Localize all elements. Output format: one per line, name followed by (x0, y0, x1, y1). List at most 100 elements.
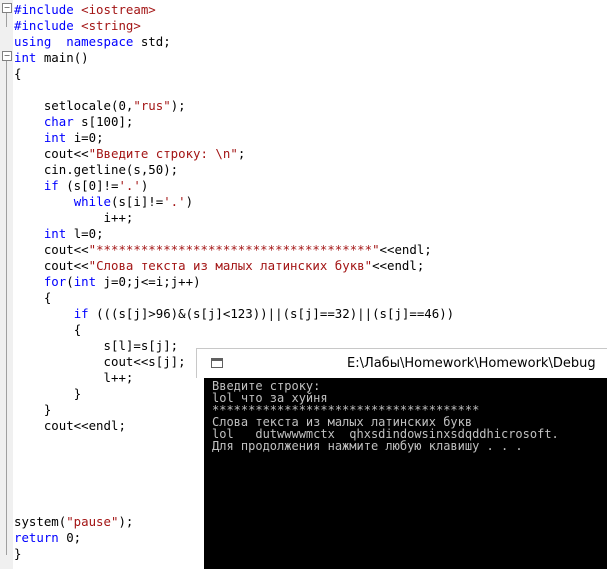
console-window-icon (211, 358, 223, 368)
code-line[interactable]: i++; (14, 210, 134, 226)
code-token: cout<< (43, 242, 89, 257)
keyword-token: if (73, 306, 89, 321)
code-token: ) (185, 194, 194, 209)
fold-guide-main (6, 61, 7, 555)
code-line[interactable]: } (14, 546, 21, 562)
fold-guide (6, 13, 7, 27)
keyword-token: while (73, 194, 111, 209)
code-line[interactable]: cout<<"Введите строку: \n"; (14, 146, 245, 162)
code-line[interactable]: { (14, 290, 51, 306)
code-token: <<endl; (372, 258, 425, 273)
code-line[interactable]: l++; (14, 370, 134, 386)
keyword-token: return (14, 530, 59, 545)
code-line[interactable]: if (s[0]!='.') (14, 178, 148, 194)
string-token: <iostream> (81, 2, 156, 17)
code-token: } (43, 402, 52, 417)
code-token: 0; (58, 530, 82, 545)
fold-toggle-main[interactable]: − (2, 51, 12, 61)
code-line[interactable]: int main() (14, 50, 89, 66)
keyword-token: for (43, 274, 67, 289)
code-token: (s[i]!= (111, 194, 164, 209)
string-token: '.' (163, 194, 186, 209)
code-token: ); (118, 514, 134, 529)
code-token: ); (170, 98, 186, 113)
code-line[interactable]: if (((s[j]>96)&(s[j]<123))||(s[j]==32)||… (14, 306, 454, 322)
code-line[interactable]: while(s[i]!='.') (14, 194, 193, 210)
code-token: i=0; (66, 130, 104, 145)
code-token: s[100]; (73, 114, 134, 129)
code-token: { (73, 322, 82, 337)
code-token: cout<< (43, 258, 89, 273)
console-window[interactable]: E:\Лабы\Homework\Homework\Debug Введите … (196, 348, 607, 569)
keyword-token: if (43, 178, 59, 193)
code-token: main() (36, 50, 89, 65)
code-line[interactable]: } (14, 386, 81, 402)
code-line[interactable]: system("pause"); (14, 514, 133, 530)
code-token: system( (14, 514, 67, 529)
code-token: } (73, 386, 82, 401)
code-token: std; (133, 34, 171, 49)
string-token: "rus" (133, 98, 171, 113)
code-token: ) (140, 178, 149, 193)
code-line[interactable]: return 0; (14, 530, 81, 546)
code-line[interactable]: setlocale(0,"rus"); (14, 98, 186, 114)
string-token: "pause" (66, 514, 119, 529)
string-token: "*************************************" (88, 242, 380, 257)
console-title: E:\Лабы\Homework\Homework\Debug (347, 356, 596, 371)
keyword-token: using (14, 34, 52, 49)
keyword-token: namespace (66, 34, 134, 49)
code-token: cout<<s[j]; (103, 354, 186, 369)
code-token: { (14, 66, 22, 81)
code-token: setlocale(0, (43, 98, 134, 113)
console-output[interactable]: Введите строку: lol что за хуйня *******… (196, 378, 607, 569)
code-token: } (14, 546, 22, 561)
code-line[interactable]: int i=0; (14, 130, 104, 146)
code-line[interactable]: } (14, 402, 51, 418)
code-line[interactable]: #include <iostream> (14, 2, 156, 18)
code-line[interactable]: char s[100]; (14, 114, 134, 130)
code-token: ( (66, 274, 74, 289)
preprocessor-token: #include (14, 18, 82, 33)
code-line[interactable]: s[l]=s[j]; (14, 338, 179, 354)
code-token: j=0;j<=i;j++) (96, 274, 201, 289)
code-line[interactable]: cout<<"Слова текста из малых латинских б… (14, 258, 424, 274)
string-token: '.' (118, 178, 141, 193)
code-line[interactable]: cin.getline(s,50); (14, 162, 178, 178)
code-line[interactable]: cout<<endl; (14, 418, 126, 434)
keyword-token: int (73, 274, 97, 289)
code-line[interactable]: for(int j=0;j<=i;j++) (14, 274, 201, 290)
console-line: Для продолжения нажмите любую клавишу . … (212, 439, 523, 453)
code-token: l++; (103, 370, 134, 385)
code-line[interactable]: using namespace std; (14, 34, 171, 50)
code-line[interactable]: int l=0; (14, 226, 104, 242)
code-token: <<endl; (379, 242, 432, 257)
code-line[interactable]: { (14, 322, 81, 338)
string-token: <string> (81, 18, 141, 33)
code-line[interactable]: cout<<s[j]; (14, 354, 186, 370)
code-token: cout<< (43, 146, 89, 161)
code-line[interactable]: cout<<"*********************************… (14, 242, 432, 258)
string-token: "Введите строку: \n" (88, 146, 238, 161)
code-token: cout<<endl; (43, 418, 126, 433)
code-line[interactable]: #include <string> (14, 18, 141, 34)
code-token: ; (237, 146, 246, 161)
code-line[interactable]: { (14, 66, 21, 82)
fold-toggle-include[interactable]: − (2, 3, 12, 13)
console-titlebar[interactable]: E:\Лабы\Homework\Homework\Debug (196, 348, 607, 378)
